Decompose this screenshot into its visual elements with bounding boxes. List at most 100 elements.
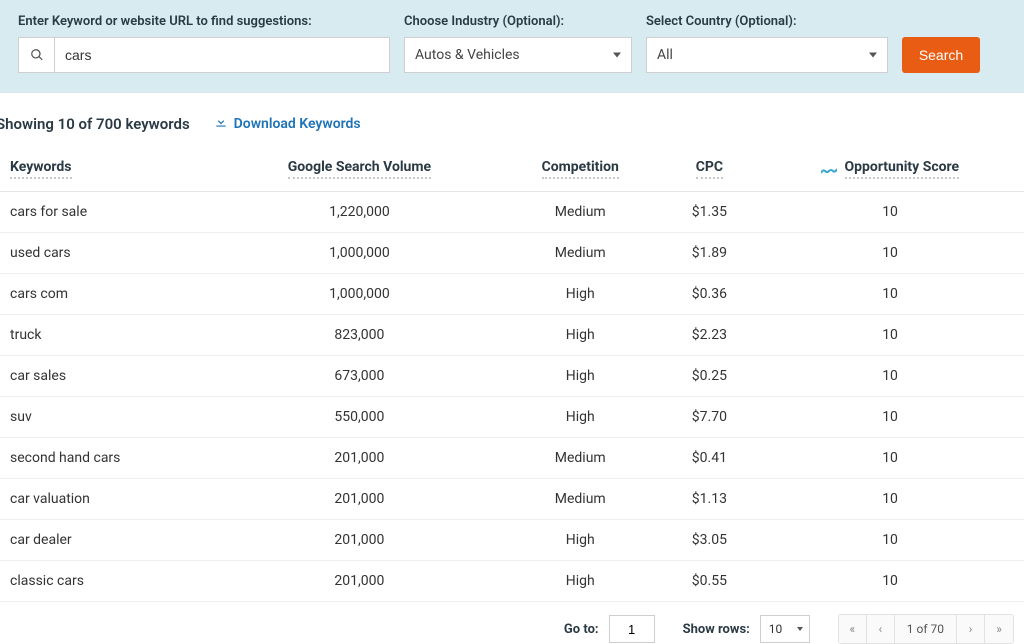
- cell-keyword: second hand cars: [0, 438, 221, 479]
- cell-volume: 1,000,000: [221, 274, 498, 315]
- table-row: second hand cars201,000Medium$0.4110: [0, 438, 1024, 479]
- cell-keyword: used cars: [0, 233, 221, 274]
- goto-input[interactable]: [609, 615, 655, 643]
- cell-competition: High: [498, 520, 663, 561]
- cell-volume: 673,000: [221, 356, 498, 397]
- show-rows-select[interactable]: 10: [760, 615, 810, 643]
- country-label: Select Country (Optional):: [646, 14, 888, 29]
- cell-competition: Medium: [498, 233, 663, 274]
- search-bar: Enter Keyword or website URL to find sug…: [0, 0, 1024, 93]
- show-rows-label: Show rows:: [683, 622, 750, 637]
- cell-volume: 823,000: [221, 315, 498, 356]
- col-competition[interactable]: Competition: [498, 147, 663, 192]
- cell-keyword: cars com: [0, 274, 221, 315]
- cell-score: 10: [756, 315, 1024, 356]
- cell-volume: 201,000: [221, 438, 498, 479]
- cell-cpc: $1.89: [663, 233, 757, 274]
- cell-keyword: cars for sale: [0, 192, 221, 233]
- show-rows-group: Show rows: 10: [683, 615, 810, 643]
- table-row: cars com1,000,000High$0.3610: [0, 274, 1024, 315]
- col-volume[interactable]: Google Search Volume: [221, 147, 498, 192]
- chevron-down-icon: [613, 53, 621, 58]
- cell-volume: 201,000: [221, 561, 498, 602]
- country-group: Select Country (Optional): All: [646, 14, 888, 73]
- cell-keyword: suv: [0, 397, 221, 438]
- cell-competition: High: [498, 356, 663, 397]
- cell-cpc: $7.70: [663, 397, 757, 438]
- chevron-down-icon: [869, 53, 877, 58]
- keyword-input[interactable]: [54, 37, 390, 73]
- cell-score: 10: [756, 192, 1024, 233]
- cell-competition: Medium: [498, 192, 663, 233]
- cell-competition: High: [498, 315, 663, 356]
- cell-cpc: $0.25: [663, 356, 757, 397]
- cell-score: 10: [756, 274, 1024, 315]
- cell-cpc: $1.13: [663, 479, 757, 520]
- table-row: car dealer201,000High$3.0510: [0, 520, 1024, 561]
- cell-competition: High: [498, 397, 663, 438]
- cell-competition: Medium: [498, 479, 663, 520]
- keyword-label: Enter Keyword or website URL to find sug…: [18, 14, 390, 29]
- cell-volume: 201,000: [221, 479, 498, 520]
- cell-volume: 550,000: [221, 397, 498, 438]
- search-button[interactable]: Search: [902, 37, 980, 73]
- cell-volume: 1,000,000: [221, 233, 498, 274]
- cell-score: 10: [756, 397, 1024, 438]
- cell-cpc: $0.41: [663, 438, 757, 479]
- cell-keyword: car dealer: [0, 520, 221, 561]
- cell-score: 10: [756, 561, 1024, 602]
- col-opportunity[interactable]: Opportunity Score: [756, 147, 1024, 192]
- cell-cpc: $3.05: [663, 520, 757, 561]
- wave-icon: [821, 163, 837, 171]
- keyword-group: Enter Keyword or website URL to find sug…: [18, 14, 390, 73]
- page-first-button[interactable]: «: [839, 615, 867, 643]
- cell-score: 10: [756, 479, 1024, 520]
- col-cpc[interactable]: CPC: [663, 147, 757, 192]
- industry-select[interactable]: Autos & Vehicles: [404, 37, 632, 73]
- cell-keyword: truck: [0, 315, 221, 356]
- cell-score: 10: [756, 233, 1024, 274]
- cell-competition: High: [498, 561, 663, 602]
- cell-competition: High: [498, 274, 663, 315]
- table-row: car sales673,000High$0.2510: [0, 356, 1024, 397]
- goto-label: Go to:: [564, 622, 599, 637]
- cell-volume: 1,220,000: [221, 192, 498, 233]
- download-keywords-link[interactable]: Download Keywords: [214, 115, 361, 133]
- pagination: « ‹ 1 of 70 › »: [838, 614, 1014, 644]
- country-value: All: [657, 47, 673, 63]
- results-summary: Showing 10 of 700 keywords: [0, 115, 190, 133]
- search-icon: [18, 37, 54, 73]
- table-row: truck823,000High$2.2310: [0, 315, 1024, 356]
- industry-label: Choose Industry (Optional):: [404, 14, 632, 29]
- cell-keyword: car sales: [0, 356, 221, 397]
- download-icon: [214, 115, 228, 133]
- page-last-button[interactable]: »: [985, 615, 1013, 643]
- cell-volume: 201,000: [221, 520, 498, 561]
- keywords-table: Keywords Google Search Volume Competitio…: [0, 147, 1024, 602]
- cell-keyword: classic cars: [0, 561, 221, 602]
- cell-score: 10: [756, 356, 1024, 397]
- table-row: car valuation201,000Medium$1.1310: [0, 479, 1024, 520]
- cell-cpc: $0.55: [663, 561, 757, 602]
- col-keywords[interactable]: Keywords: [0, 147, 221, 192]
- pager: Go to: Show rows: 10 « ‹ 1 of 70 › »: [0, 602, 1024, 644]
- cell-competition: Medium: [498, 438, 663, 479]
- cell-cpc: $2.23: [663, 315, 757, 356]
- industry-group: Choose Industry (Optional): Autos & Vehi…: [404, 14, 632, 73]
- table-row: classic cars201,000High$0.5510: [0, 561, 1024, 602]
- page-indicator: 1 of 70: [895, 615, 957, 643]
- table-row: cars for sale1,220,000Medium$1.3510: [0, 192, 1024, 233]
- industry-value: Autos & Vehicles: [415, 47, 520, 63]
- show-rows-value: 10: [769, 622, 783, 636]
- table-row: suv550,000High$7.7010: [0, 397, 1024, 438]
- chevron-down-icon: [797, 627, 803, 631]
- page-next-button[interactable]: ›: [957, 615, 985, 643]
- cell-cpc: $0.36: [663, 274, 757, 315]
- table-header-row: Keywords Google Search Volume Competitio…: [0, 147, 1024, 192]
- cell-cpc: $1.35: [663, 192, 757, 233]
- download-label: Download Keywords: [234, 116, 361, 132]
- country-select[interactable]: All: [646, 37, 888, 73]
- cell-keyword: car valuation: [0, 479, 221, 520]
- goto-group: Go to:: [564, 615, 655, 643]
- page-prev-button[interactable]: ‹: [867, 615, 895, 643]
